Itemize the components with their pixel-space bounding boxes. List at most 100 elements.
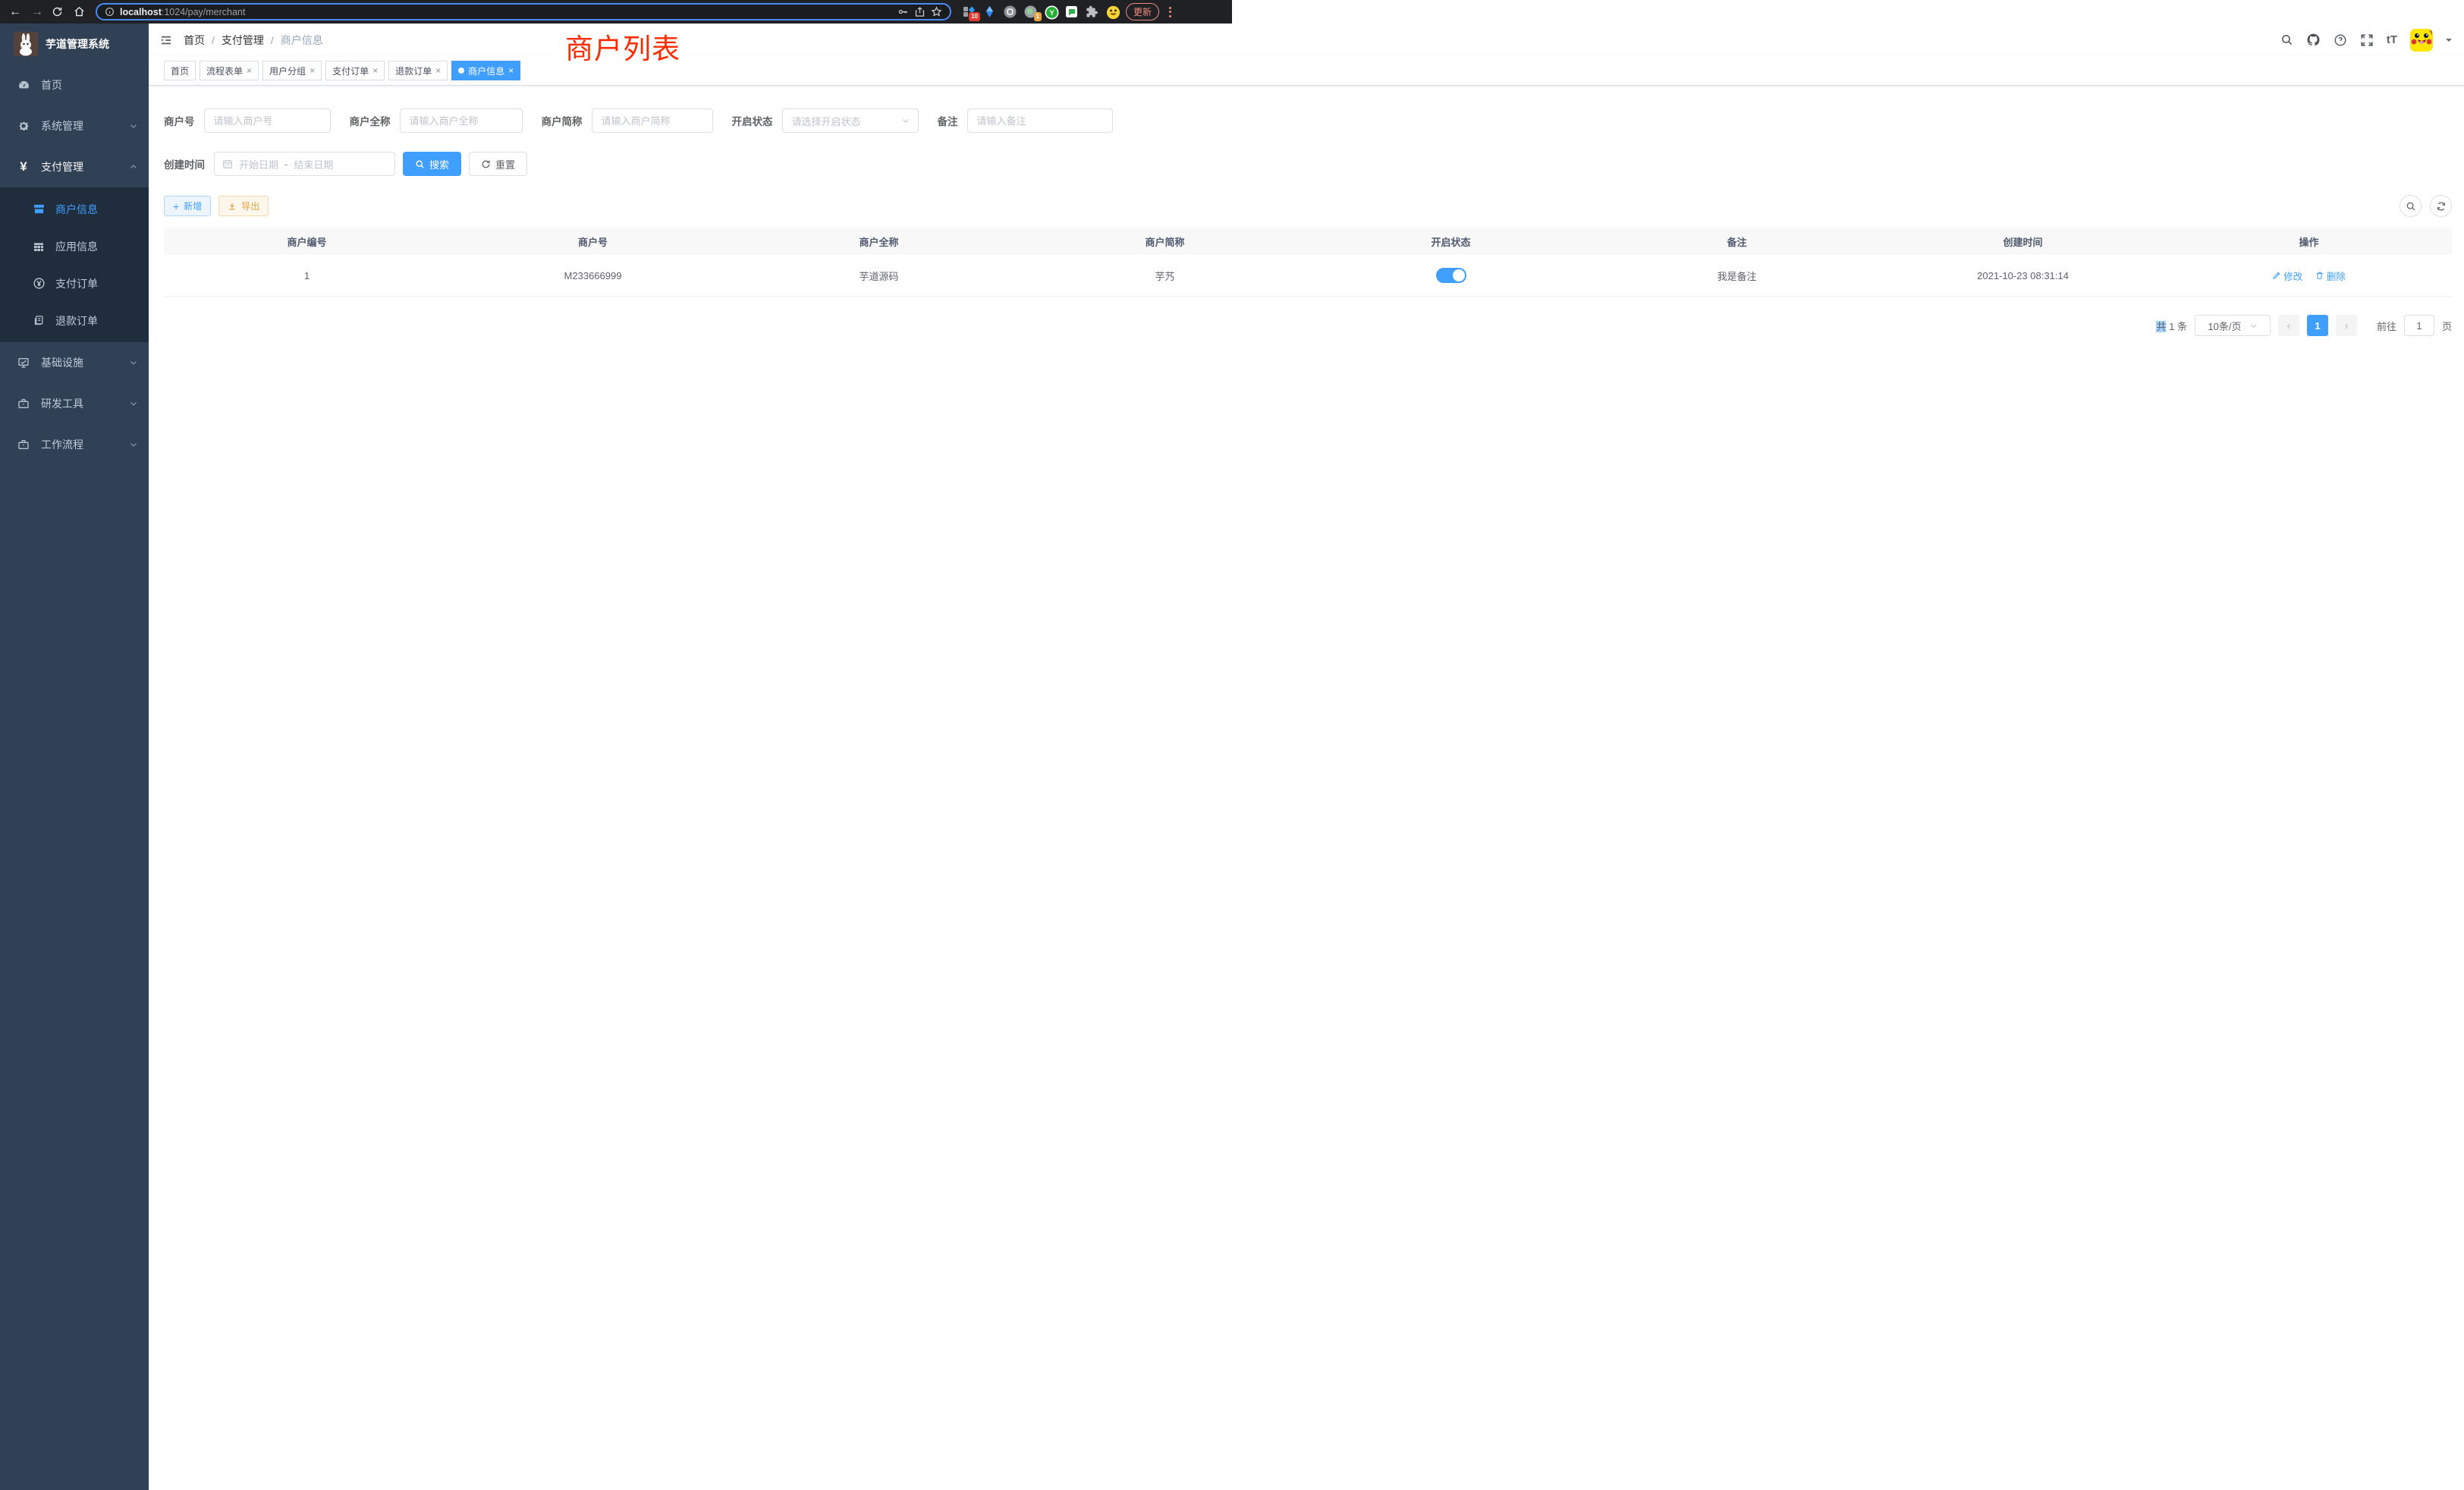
delete-link[interactable]: 删除 bbox=[2315, 269, 2346, 283]
sidebar-item-pay-order[interactable]: 支付订单 bbox=[0, 265, 149, 302]
total-count: 1 bbox=[2169, 321, 2174, 332]
refresh-table-button[interactable] bbox=[2430, 195, 2452, 217]
tab-user-group[interactable]: 用户分组 × bbox=[262, 61, 322, 80]
font-size-icon[interactable]: tT bbox=[2387, 33, 2397, 46]
browser-home-icon[interactable] bbox=[74, 6, 89, 17]
breadcrumb-home[interactable]: 首页 bbox=[184, 33, 205, 48]
sidebar-item-app-info[interactable]: 应用信息 bbox=[0, 228, 149, 265]
sidebar-item-merchant-info[interactable]: 商户信息 bbox=[0, 190, 149, 228]
password-key-icon[interactable] bbox=[897, 6, 909, 17]
sidebar-item-infra[interactable]: 基础设施 bbox=[0, 342, 149, 383]
delete-link-label: 删除 bbox=[2327, 269, 2346, 283]
browser-chrome-bar: ← → localhost :1024/pay/merchant 10 bbox=[0, 0, 1232, 24]
grid-icon bbox=[32, 240, 46, 253]
extension-emoji-icon[interactable] bbox=[1106, 5, 1119, 18]
refresh-icon bbox=[2436, 201, 2447, 212]
short-name-input[interactable] bbox=[592, 108, 713, 133]
user-avatar[interactable] bbox=[2410, 29, 2433, 52]
page-1-button[interactable]: 1 bbox=[2307, 315, 2328, 336]
edit-link[interactable]: 修改 bbox=[2272, 269, 2302, 283]
reset-button[interactable]: 重置 bbox=[469, 152, 527, 176]
remark-input[interactable] bbox=[967, 108, 1113, 133]
pagination: 共 1 条 10条/页 ‹ 1 › 前往 页 bbox=[164, 315, 2452, 336]
extension-cmd-icon[interactable] bbox=[1004, 5, 1017, 18]
tab-close-icon[interactable]: × bbox=[310, 65, 315, 76]
table-toolbar: + 新增 导出 bbox=[164, 195, 2452, 217]
add-button[interactable]: + 新增 bbox=[164, 196, 211, 216]
full-name-input[interactable] bbox=[400, 108, 523, 133]
cell-merchant-no: M233666999 bbox=[450, 270, 736, 281]
breadcrumb-payment[interactable]: 支付管理 bbox=[222, 33, 264, 48]
tab-home[interactable]: 首页 bbox=[164, 61, 196, 80]
sidebar-item-payment[interactable]: ¥ 支付管理 bbox=[0, 146, 149, 187]
share-icon[interactable] bbox=[914, 6, 926, 17]
extension-kite-icon[interactable] bbox=[983, 5, 996, 18]
sidebar-item-system[interactable]: 系统管理 bbox=[0, 105, 149, 146]
date-separator: - bbox=[284, 159, 288, 170]
browser-update-button[interactable]: 更新 bbox=[1126, 3, 1159, 20]
extension-badge: 10 bbox=[969, 12, 980, 21]
status-toggle-on[interactable] bbox=[1436, 268, 1466, 283]
cell-remark: 我是备注 bbox=[1594, 269, 1880, 283]
export-button-label: 导出 bbox=[241, 200, 259, 212]
site-info-icon[interactable] bbox=[105, 7, 115, 17]
fullscreen-icon[interactable] bbox=[2360, 33, 2374, 47]
github-icon[interactable] bbox=[2306, 33, 2321, 47]
export-button[interactable]: 导出 bbox=[218, 196, 269, 216]
extension-chat-icon[interactable] bbox=[1065, 5, 1078, 18]
tab-process-form[interactable]: 流程表单 × bbox=[200, 61, 259, 80]
browser-refresh-icon[interactable] bbox=[52, 6, 67, 17]
extensions-puzzle-icon[interactable] bbox=[1086, 5, 1098, 18]
sidebar-item-refund-order[interactable]: 退款订单 bbox=[0, 302, 149, 339]
create-time-range-picker[interactable]: 开始日期 - 结束日期 bbox=[214, 152, 395, 176]
status-select[interactable]: 请选择开启状态 bbox=[782, 108, 919, 133]
merchant-no-input[interactable] bbox=[204, 108, 331, 133]
tab-close-icon[interactable]: × bbox=[247, 65, 252, 76]
table-header-row: 商户编号 商户号 商户全称 商户简称 开启状态 备注 创建时间 操作 bbox=[164, 228, 2452, 255]
browser-menu-icon[interactable] bbox=[1166, 7, 1174, 17]
download-icon bbox=[228, 202, 237, 211]
page-size-select[interactable]: 10条/页 bbox=[2195, 315, 2271, 336]
extension-y-icon[interactable]: Y bbox=[1045, 5, 1058, 18]
extension-grid-icon[interactable]: 10 bbox=[963, 5, 976, 18]
breadcrumb-separator: / bbox=[212, 34, 215, 46]
help-icon[interactable] bbox=[2334, 33, 2347, 47]
tab-pay-order[interactable]: 支付订单 × bbox=[325, 61, 385, 80]
search-button[interactable]: 搜索 bbox=[403, 152, 461, 176]
chevron-down-icon bbox=[129, 399, 138, 408]
bookmark-star-icon[interactable] bbox=[931, 6, 942, 17]
extension-circle-icon[interactable]: 1 bbox=[1024, 5, 1037, 18]
navbar-actions: tT bbox=[2280, 29, 2452, 52]
goto-label: 前往 bbox=[2377, 319, 2396, 333]
tab-close-icon[interactable]: × bbox=[372, 65, 378, 76]
active-tab-dot bbox=[458, 68, 464, 74]
tab-close-icon[interactable]: × bbox=[508, 65, 514, 76]
cell-status bbox=[1308, 268, 1594, 283]
goto-page-input[interactable] bbox=[2404, 315, 2434, 336]
url-bar[interactable]: localhost :1024/pay/merchant bbox=[96, 3, 951, 20]
tab-merchant-info[interactable]: 商户信息 × bbox=[451, 61, 520, 80]
header-search-icon[interactable] bbox=[2280, 33, 2293, 46]
next-page-button[interactable]: › bbox=[2336, 315, 2357, 336]
tab-refund-order[interactable]: 退款订单 × bbox=[388, 61, 448, 80]
document-icon bbox=[32, 315, 46, 326]
sidebar-item-home[interactable]: 首页 bbox=[0, 64, 149, 105]
prev-page-button[interactable]: ‹ bbox=[2278, 315, 2299, 336]
url-host: localhost bbox=[120, 7, 162, 17]
browser-back-icon[interactable]: ← bbox=[8, 6, 23, 18]
tab-close-icon[interactable]: × bbox=[435, 65, 441, 76]
sidebar-fold-icon[interactable] bbox=[159, 33, 173, 47]
refresh-icon bbox=[481, 159, 491, 169]
toggle-search-button[interactable] bbox=[2400, 195, 2422, 217]
merchant-table: 商户编号 商户号 商户全称 商户简称 开启状态 备注 创建时间 操作 1 M23… bbox=[164, 228, 2452, 297]
app-logo-row[interactable]: 芋道管理系统 bbox=[0, 24, 149, 64]
sidebar-item-dev-tools[interactable]: 研发工具 bbox=[0, 383, 149, 424]
toolbox-icon bbox=[17, 398, 30, 410]
reset-button-label: 重置 bbox=[495, 157, 515, 171]
browser-forward-icon[interactable]: → bbox=[30, 6, 45, 18]
avatar-caret-icon[interactable] bbox=[2446, 39, 2452, 45]
sidebar-item-workflow[interactable]: 工作流程 bbox=[0, 424, 149, 465]
search-button-label: 搜索 bbox=[429, 157, 449, 171]
top-navbar: 首页 / 支付管理 / 商户信息 tT bbox=[149, 24, 2464, 56]
start-date-placeholder: 开始日期 bbox=[239, 157, 278, 171]
